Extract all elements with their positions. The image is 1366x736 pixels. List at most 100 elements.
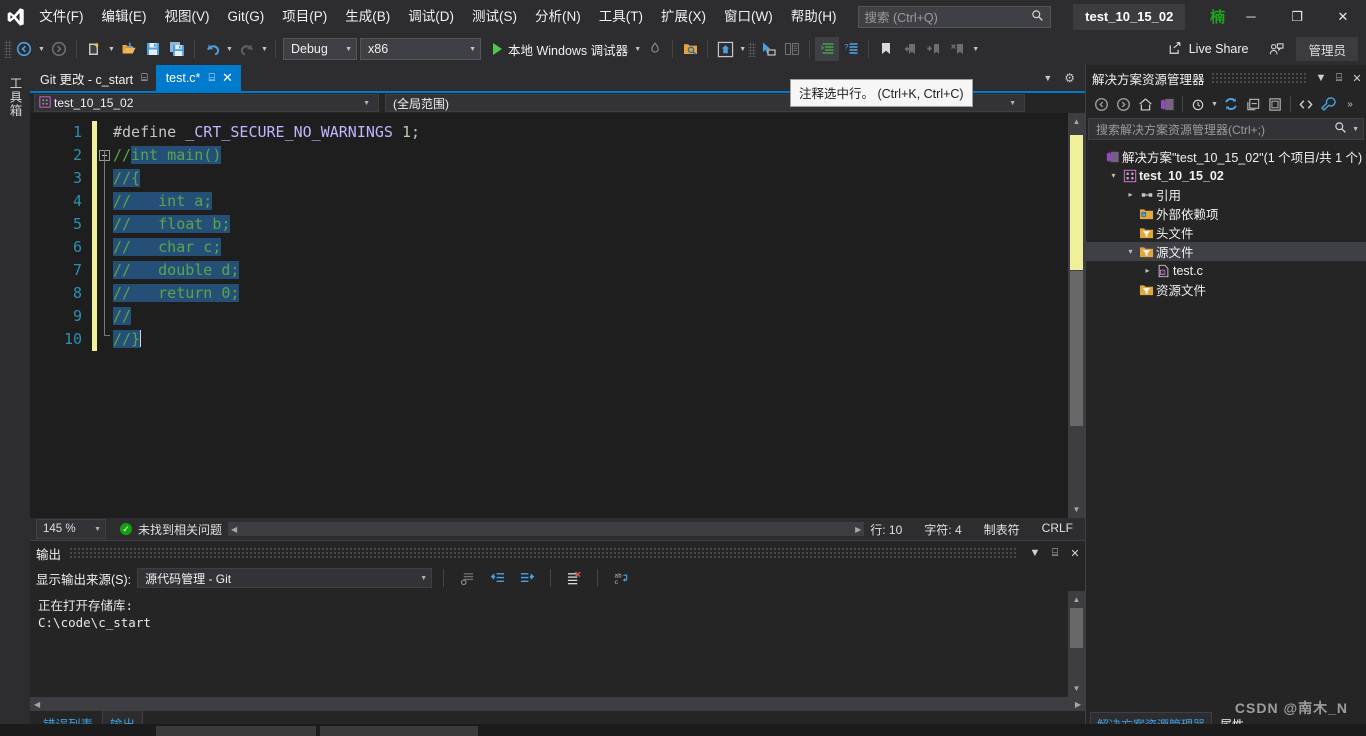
tab-list-dropdown-icon[interactable]: ▼ — [1037, 73, 1058, 83]
solution-tree[interactable]: 解决方案"test_10_15_02"(1 个项目/共 1 个) ▾ test_10… — [1086, 141, 1366, 712]
toolbar-grip[interactable] — [748, 41, 757, 57]
scrollbar-thumb[interactable] — [1070, 271, 1083, 426]
scroll-right-icon[interactable]: ▶ — [852, 525, 864, 534]
code-line[interactable]: #define _CRT_SECURE_NO_WARNINGS 1; — [113, 121, 1068, 144]
hot-reload-icon[interactable] — [643, 37, 667, 61]
tree-node[interactable]: 解决方案"test_10_15_02"(1 个项目/共 1 个) — [1086, 147, 1366, 166]
redo-dropdown[interactable]: ▼ — [259, 37, 270, 61]
output-vertical-scrollbar[interactable]: ▲ ▼ — [1068, 591, 1085, 697]
next-bookmark-icon[interactable] — [922, 37, 946, 61]
chevron-down-icon[interactable]: ▼ — [1312, 72, 1330, 84]
clear-all-icon[interactable] — [562, 566, 586, 590]
collapse-all-icon[interactable] — [1242, 93, 1264, 115]
code-text[interactable]: #define _CRT_SECURE_NO_WARNINGS 1;//int … — [113, 113, 1068, 518]
code-line[interactable]: // float b; — [113, 213, 1068, 236]
menu-debug[interactable]: 调试(D) — [399, 0, 463, 33]
view-code-icon[interactable] — [1295, 93, 1317, 115]
tree-node[interactable]: ▾ 源文件 — [1086, 242, 1366, 261]
live-share-button[interactable]: Live Share — [1160, 37, 1257, 61]
go-to-next-message-icon[interactable] — [515, 566, 539, 590]
menu-tools[interactable]: 工具(T) — [590, 0, 652, 33]
issues-status[interactable]: ✓ 未找到相关问题 — [120, 521, 222, 538]
tree-node[interactable]: ▸ c test.c — [1086, 261, 1366, 280]
preview-dropdown[interactable]: ▼ — [737, 37, 748, 61]
close-button[interactable]: ✕ — [1320, 0, 1366, 33]
show-all-files-icon[interactable] — [1264, 93, 1286, 115]
menu-edit[interactable]: 编辑(E) — [93, 0, 156, 33]
indent-mode[interactable]: 制表符 — [984, 521, 1020, 538]
build-configuration-select[interactable]: Debug ▼ — [283, 38, 357, 60]
expander-open-icon[interactable]: ▾ — [1124, 247, 1137, 256]
navigate-back-icon[interactable] — [12, 37, 36, 61]
pin-icon[interactable]: ⌸ — [141, 72, 148, 85]
save-all-icon[interactable] — [165, 37, 189, 61]
close-icon[interactable]: ✕ — [1348, 72, 1366, 85]
chevron-down-icon[interactable]: ▼ — [1347, 126, 1359, 133]
quick-search-input[interactable]: 搜索 (Ctrl+Q) — [857, 5, 1052, 28]
minimize-button[interactable]: ─ — [1228, 0, 1274, 33]
code-line[interactable]: //{ — [113, 167, 1068, 190]
search-folder-icon[interactable] — [678, 37, 702, 61]
refresh-icon[interactable] — [1220, 93, 1242, 115]
forward-arrow-icon[interactable] — [1112, 93, 1134, 115]
output-horizontal-scrollbar[interactable]: ◀ ▶ — [30, 697, 1085, 711]
tree-node[interactable]: ▾ test_10_15_02 — [1086, 166, 1366, 185]
comment-selection-icon[interactable] — [815, 37, 840, 61]
pin-icon[interactable]: ⌸ — [208, 72, 215, 85]
build-platform-select[interactable]: x86 ▼ — [360, 38, 481, 60]
toggle-word-wrap-icon[interactable]: ab c — [609, 566, 633, 590]
zoom-level-select[interactable]: 145 % ▼ — [36, 519, 106, 539]
code-line[interactable]: // char c; — [113, 236, 1068, 259]
scroll-down-icon[interactable]: ▼ — [1068, 501, 1085, 518]
properties-wrench-icon[interactable] — [1317, 93, 1339, 115]
scroll-left-icon[interactable]: ◀ — [228, 525, 240, 534]
menu-view[interactable]: 视图(V) — [156, 0, 219, 33]
administrator-badge[interactable]: 管理员 — [1296, 37, 1358, 61]
tree-node[interactable]: a 外部依赖项 — [1086, 204, 1366, 223]
code-line[interactable]: // double d; — [113, 259, 1068, 282]
eol-mode[interactable]: CRLF — [1042, 521, 1073, 538]
menu-build[interactable]: 生成(B) — [336, 0, 399, 33]
tab-test-c[interactable]: test.c* ⌸ ✕ — [155, 65, 241, 91]
taskbar-item[interactable] — [156, 726, 316, 736]
scrollbar-thumb[interactable] — [1070, 608, 1083, 648]
uncomment-selection-icon[interactable]: ? — [839, 37, 863, 61]
expander-closed-icon[interactable]: ▸ — [1124, 190, 1137, 199]
solution-icon[interactable] — [1156, 93, 1178, 115]
clear-bookmarks-icon[interactable] — [946, 37, 970, 61]
compare-files-icon[interactable] — [780, 37, 804, 61]
pin-icon[interactable]: ⌸ — [1330, 72, 1348, 85]
code-line[interactable]: // — [113, 305, 1068, 328]
code-editor[interactable]: 1 2 3 4 5 6 7 8 9 10 #define _CRT_SECURE_NO_WARNI… — [30, 113, 1085, 518]
pending-changes-dropdown[interactable]: ▼ — [1209, 92, 1220, 116]
solution-name-chip[interactable]: test_10_15_02 — [1073, 3, 1186, 30]
scroll-up-icon[interactable]: ▲ — [1068, 591, 1085, 608]
chevron-down-icon[interactable]: ▼ — [1025, 547, 1045, 559]
output-text-area[interactable]: 正在打开存储库: C:\code\c_start ▲ ▼ — [30, 591, 1085, 697]
send-feedback-icon[interactable] — [1264, 37, 1288, 61]
expander-closed-icon[interactable]: ▸ — [1141, 266, 1154, 275]
scroll-up-icon[interactable]: ▲ — [1068, 113, 1085, 130]
tab-settings-icon[interactable]: ⚙ — [1058, 71, 1081, 85]
undo-icon[interactable] — [200, 37, 224, 61]
tree-node[interactable]: 头文件 — [1086, 223, 1366, 242]
navigate-forward-icon[interactable] — [47, 37, 71, 61]
expander-open-icon[interactable]: ▾ — [1107, 171, 1120, 180]
tree-node[interactable]: ▸ 引用 — [1086, 185, 1366, 204]
maximize-button[interactable]: ❐ — [1274, 0, 1320, 33]
scroll-down-icon[interactable]: ▼ — [1068, 680, 1085, 697]
home-icon[interactable] — [1134, 93, 1156, 115]
code-line[interactable]: // return 0; — [113, 282, 1068, 305]
close-icon[interactable]: ✕ — [1065, 547, 1085, 560]
menu-git[interactable]: Git(G) — [219, 0, 274, 33]
close-icon[interactable]: ✕ — [222, 70, 233, 86]
go-to-previous-message-icon[interactable] — [485, 566, 509, 590]
menu-project[interactable]: 项目(P) — [273, 0, 336, 33]
tab-git-changes[interactable]: Git 更改 - c_start ⌸ — [30, 65, 156, 91]
navigate-back-dropdown[interactable]: ▼ — [36, 37, 47, 61]
menu-window[interactable]: 窗口(W) — [715, 0, 782, 33]
editor-horizontal-scrollbar[interactable]: ◀ ▶ — [228, 522, 865, 536]
panel-drag-dots[interactable] — [1210, 72, 1306, 84]
menu-analyze[interactable]: 分析(N) — [526, 0, 590, 33]
code-line[interactable]: //int main() — [113, 144, 1068, 167]
